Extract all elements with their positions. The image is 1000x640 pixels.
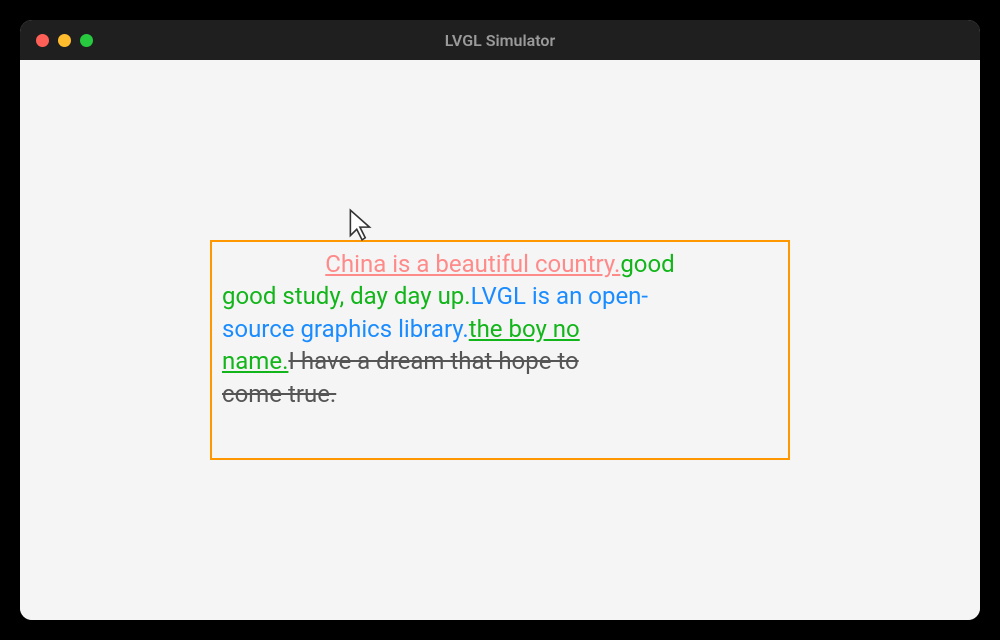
- text-segment-strike: come true.: [222, 380, 336, 408]
- cursor-icon: [348, 208, 374, 242]
- traffic-lights: [36, 34, 93, 47]
- text-segment-blue: LVGL is an open-: [471, 282, 648, 310]
- content-area: China is a beautiful country.good good s…: [20, 60, 980, 620]
- text-segment-green: good: [620, 250, 674, 278]
- text-segment-strike: I have a dream that hope to: [288, 347, 578, 375]
- text-segment-blue: source graphics library.: [222, 315, 469, 343]
- text-segment-green-underline: name.: [222, 347, 288, 375]
- text-segment-pink: China is a beautiful country.: [325, 250, 620, 278]
- titlebar: LVGL Simulator: [20, 20, 980, 60]
- text-segment-green: good study, day day up.: [222, 282, 471, 310]
- close-icon[interactable]: [36, 34, 49, 47]
- text-segment-green-underline: the boy no: [469, 315, 580, 343]
- minimize-icon[interactable]: [58, 34, 71, 47]
- app-window: LVGL Simulator China is a beautiful coun…: [20, 20, 980, 620]
- styled-text-box: China is a beautiful country.good good s…: [210, 240, 790, 460]
- window-title: LVGL Simulator: [20, 31, 980, 50]
- maximize-icon[interactable]: [80, 34, 93, 47]
